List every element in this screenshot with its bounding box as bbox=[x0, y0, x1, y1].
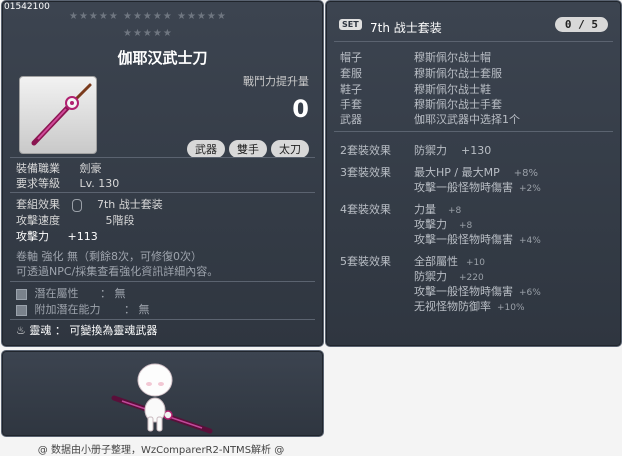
speed-row: 攻擊速度 5階段 bbox=[16, 212, 135, 228]
item-code: 01542100 bbox=[4, 2, 50, 12]
star-force-row-1: ★★★★★ ★★★★★ ★★★★★ bbox=[69, 11, 227, 22]
divider bbox=[334, 41, 613, 42]
attack-row: 攻擊力 +113 bbox=[16, 228, 98, 244]
potential-row: 潛在屬性 ： 無 bbox=[16, 285, 126, 301]
set-effect-5: 5套裝效果 全部屬性 +10 bbox=[340, 255, 485, 268]
set-part-row: 手套 穆斯佩尔战士手套 bbox=[340, 98, 502, 111]
speed-value: 5階段 bbox=[105, 214, 135, 227]
set-count: 0 / 5 bbox=[554, 17, 608, 32]
set-effect-4: 4套裝效果 力量 +8 bbox=[340, 203, 462, 216]
set-effect-3: 3套裝效果 最大HP / 最大MP +8% bbox=[340, 166, 538, 179]
bonus-potential-value: 無 bbox=[138, 303, 150, 316]
bonus-potential-label: 附加潛在能力 bbox=[34, 303, 101, 316]
level-row: 要求等級 Lv. 130 bbox=[16, 175, 119, 191]
soul-row: ♨ 靈魂 ： 可變換為靈魂武器 bbox=[16, 324, 158, 337]
npc-info-text: 可透過NPC/採集查看強化資訊詳細內容。 bbox=[16, 265, 219, 278]
potential-label: 潛在屬性 bbox=[34, 287, 79, 300]
tag-two-handed: 雙手 bbox=[229, 140, 267, 158]
item-icon bbox=[19, 76, 97, 154]
divider bbox=[10, 157, 315, 158]
job-label: 裝備職業 bbox=[16, 162, 60, 175]
power-increase-value: 0 bbox=[292, 95, 309, 123]
set-effect-5-line3: 攻擊一般怪物時傷害 +6% bbox=[414, 285, 541, 298]
level-value: Lv. 130 bbox=[79, 177, 120, 190]
set-tooltip-panel: SET 7th 战士套装 0 / 5 帽子 穆斯佩尔战士帽 套服 穆斯佩尔战士套服 … bbox=[325, 0, 622, 347]
divider bbox=[334, 131, 613, 132]
set-part-row: 鞋子 穆斯佩尔战士鞋 bbox=[340, 83, 491, 96]
set-effect-5-line2: 防禦力 +220 bbox=[414, 270, 484, 283]
set-effect-4-line2: 攻擊力 +8 bbox=[414, 218, 473, 231]
character-preview-panel bbox=[1, 350, 324, 437]
bonus-potential-icon bbox=[16, 304, 27, 316]
potential-value: 無 bbox=[114, 287, 126, 300]
set-effect-2: 2套裝效果 防禦力 +130 bbox=[340, 144, 492, 157]
level-label: 要求等級 bbox=[16, 177, 60, 190]
power-increase-label: 戰鬥力提升量 bbox=[243, 75, 309, 88]
set-title: 7th 战士套装 bbox=[370, 21, 442, 35]
set-part-row: 帽子 穆斯佩尔战士帽 bbox=[340, 51, 491, 64]
job-row: 裝備職業 劍豪 bbox=[16, 160, 102, 176]
set-part-row: 套服 穆斯佩尔战士套服 bbox=[340, 67, 502, 80]
set-value: 7th 战士套装 bbox=[97, 198, 163, 211]
footer-credit: @ 数据由小册子整理，WzComparerR2-NTMS解析 @ bbox=[37, 445, 285, 456]
mouse-icon bbox=[71, 198, 82, 212]
job-value: 劍豪 bbox=[79, 162, 102, 175]
potential-icon bbox=[16, 288, 27, 300]
scroll-upgrade-text: 卷軸 強化 無（剩餘8次，可修復0次） bbox=[16, 250, 202, 263]
soul-label: 靈魂 bbox=[29, 324, 52, 337]
divider bbox=[10, 192, 315, 193]
flame-icon: ♨ bbox=[16, 324, 26, 337]
item-tags: 武器 雙手 太刀 bbox=[187, 140, 309, 158]
set-row: 套組效果 7th 战士套装 bbox=[16, 196, 163, 212]
set-effect-4-line3: 攻擊一般怪物時傷害 +4% bbox=[414, 233, 541, 246]
divider bbox=[10, 319, 315, 320]
set-badge: SET bbox=[339, 19, 362, 30]
attack-label: 攻擊力 bbox=[16, 230, 49, 243]
attack-value: +113 bbox=[67, 230, 98, 243]
set-part-row: 武器 伽耶汉武器中选择1个 bbox=[340, 113, 520, 126]
speed-label: 攻擊速度 bbox=[16, 214, 60, 227]
item-title: 伽耶汉武士刀 bbox=[117, 49, 208, 67]
star-force-row-2: ★★★★★ bbox=[123, 28, 173, 39]
bonus-potential-row: 附加潛在能力 ： 無 bbox=[16, 301, 150, 317]
tag-katana: 太刀 bbox=[271, 140, 309, 158]
divider bbox=[10, 281, 315, 282]
soul-value: 可變換為靈魂武器 bbox=[69, 324, 158, 337]
character-preview-image bbox=[111, 363, 213, 434]
katana-icon bbox=[31, 83, 92, 146]
tag-weapon: 武器 bbox=[187, 140, 225, 158]
set-effect-5-line4: 无视怪物防御率 +10% bbox=[414, 300, 525, 313]
set-label: 套組效果 bbox=[16, 198, 60, 211]
item-tooltip-panel: 01542100 ★★★★★ ★★★★★ ★★★★★ ★★★★★ 伽耶汉武士刀 … bbox=[1, 0, 324, 347]
set-effect-3-line2: 攻擊一般怪物時傷害 +2% bbox=[414, 181, 541, 194]
